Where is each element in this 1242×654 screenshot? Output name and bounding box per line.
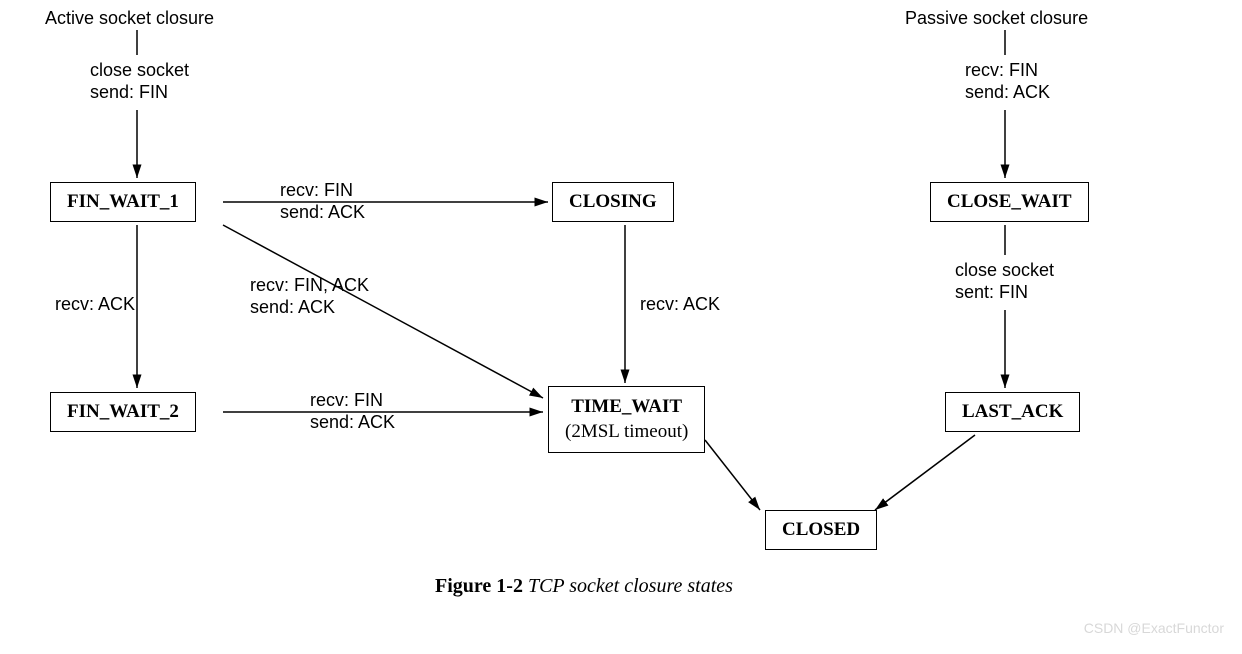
figure-caption: Figure 1-2 TCP socket closure states bbox=[435, 575, 733, 598]
edge-fw1-to-closing: recv: FIN send: ACK bbox=[280, 180, 365, 223]
edge-fw1-to-tw: recv: FIN, ACK send: ACK bbox=[250, 275, 369, 318]
state-time-wait: TIME_WAIT (2MSL timeout) bbox=[548, 386, 705, 453]
watermark: CSDN @ExactFunctor bbox=[1084, 620, 1224, 636]
edge-active-to-fw1: close socket send: FIN bbox=[90, 60, 189, 103]
state-close-wait: CLOSE_WAIT bbox=[930, 182, 1089, 222]
figure-title: TCP socket closure states bbox=[523, 575, 733, 597]
figure-number: Figure 1-2 bbox=[435, 575, 523, 597]
state-time-wait-line2: (2MSL timeout) bbox=[565, 421, 688, 442]
edge-closing-to-tw: recv: ACK bbox=[640, 294, 720, 316]
active-closure-header: Active socket closure bbox=[45, 8, 214, 30]
state-closing: CLOSING bbox=[552, 182, 674, 222]
edge-fw2-to-tw: recv: FIN send: ACK bbox=[310, 390, 395, 433]
state-last-ack: LAST_ACK bbox=[945, 392, 1080, 432]
state-closed: CLOSED bbox=[765, 510, 877, 550]
edge-fw1-to-fw2: recv: ACK bbox=[55, 294, 135, 316]
state-fin-wait-2: FIN_WAIT_2 bbox=[50, 392, 196, 432]
edge-passive-to-cw: recv: FIN send: ACK bbox=[965, 60, 1050, 103]
edge-cw-to-la: close socket sent: FIN bbox=[955, 260, 1054, 303]
passive-closure-header: Passive socket closure bbox=[905, 8, 1088, 30]
state-time-wait-line1: TIME_WAIT bbox=[571, 396, 682, 417]
state-fin-wait-1: FIN_WAIT_1 bbox=[50, 182, 196, 222]
